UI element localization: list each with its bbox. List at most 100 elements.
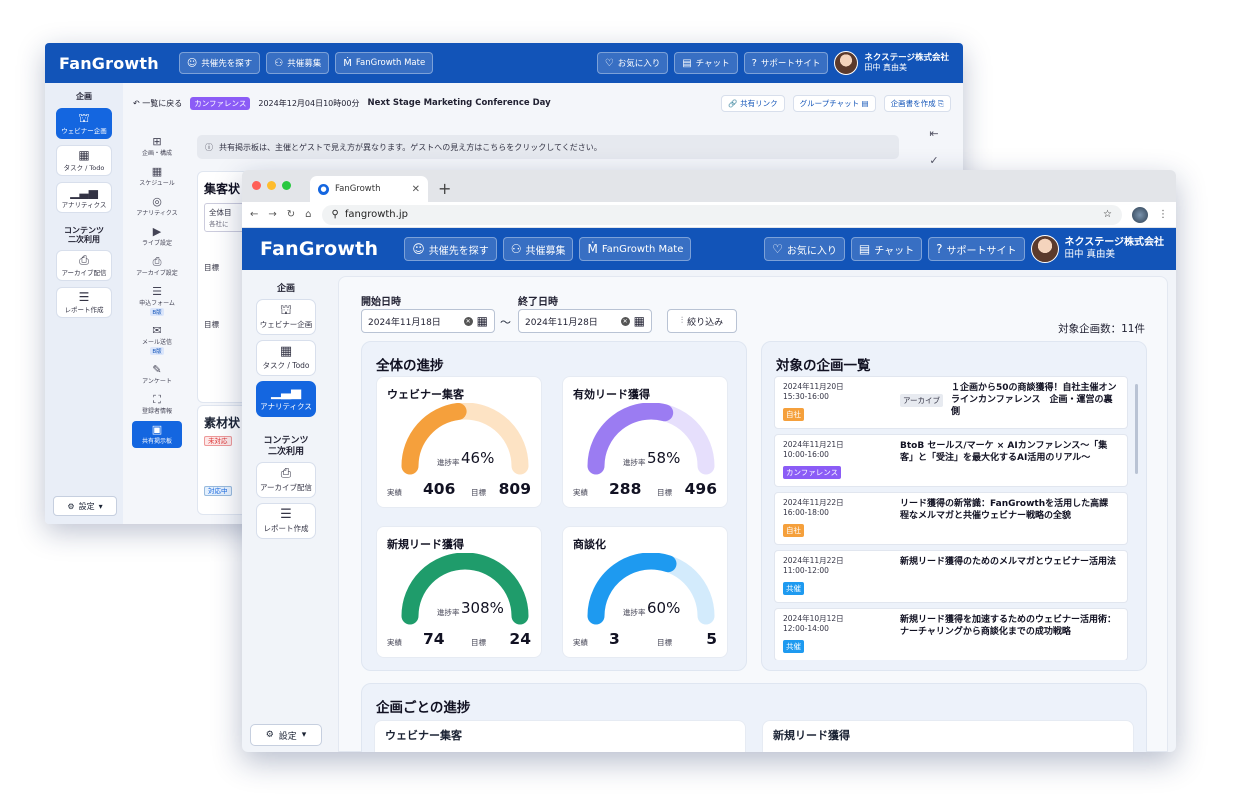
subnav-archive[interactable]: ⎙ アーカイブ設定 xyxy=(132,253,182,280)
plan-datetime: 2024年11月21日 10:00-16:00 xyxy=(783,440,844,460)
clear-icon[interactable]: ✕ xyxy=(620,316,630,326)
address-bar[interactable]: ⚲ fangrowth.jp ☆ xyxy=(321,204,1122,225)
subnav-registrants[interactable]: ⛶ 登録者情報 xyxy=(132,391,182,418)
filter-button[interactable]: ⫶ 絞り込み xyxy=(667,309,737,333)
calendar-icon[interactable]: ▦ xyxy=(634,314,645,328)
survey-icon: ✎ xyxy=(152,363,162,376)
maximize-window-button[interactable] xyxy=(282,181,291,190)
plan-list-item[interactable]: 2024年10月12日 12:00-14:00 共催 新規リード獲得を加速するため… xyxy=(774,608,1128,660)
board-icon: ▣ xyxy=(151,423,163,436)
home-icon[interactable]: ⌂ xyxy=(305,209,311,220)
sidebar-item-webinar[interactable]: ⛫ ウェビナー企画 xyxy=(256,299,316,336)
favorites-button[interactable]: ♡ お気に入り xyxy=(596,52,669,74)
plan-datetime: 2024年11月22日 16:00-18:00 xyxy=(783,498,844,518)
sidebar-item-webinar[interactable]: ⛫ ウェビナー企画 xyxy=(56,107,112,139)
gear-icon: ⚙ xyxy=(67,501,75,511)
clear-icon[interactable]: ✕ xyxy=(463,316,473,326)
minimize-window-button[interactable] xyxy=(267,181,276,190)
sidebar-item-archive[interactable]: ⎙ アーカイブ配信 xyxy=(56,250,112,282)
forward-arrow-icon[interactable]: → xyxy=(268,209,276,220)
target-value: 5 xyxy=(706,630,717,648)
support-button[interactable]: ? サポートサイト xyxy=(743,52,829,74)
subnav-form[interactable]: ☰ 申込フォーム B版 xyxy=(132,283,182,319)
event-subnav: ⊞ 企画・構成 ▦ スケジュール ◎ アナリティクス ▶ ライブ設定 ⎙ アーカイブ設定 … xyxy=(131,133,183,496)
webinar-icon: ⛫ xyxy=(280,303,292,319)
subnav-live[interactable]: ▶ ライブ設定 xyxy=(132,223,182,250)
chat-button[interactable]: ▤ チャット xyxy=(850,237,923,261)
fangrowth-mate-button[interactable]: Ṁ FanGrowth Mate xyxy=(335,52,434,74)
breadcrumb: ↶ 一覧に戻る カンファレンス 2024年12月04日10時00分 Next S… xyxy=(133,91,951,115)
subnav-schedule[interactable]: ▦ スケジュール xyxy=(132,163,182,190)
notice-bar[interactable]: ⓘ 共有掲示板は、主催とゲストで見え方が異なります。ゲストへの見え方はこちらをクリ… xyxy=(197,135,899,159)
subnav-board[interactable]: ▣ 共有掲示板 xyxy=(132,421,182,448)
fangrowth-logo[interactable]: FanGrowth xyxy=(59,54,159,73)
gauge-title: 有効リード獲得 xyxy=(573,388,650,401)
new-tab-icon[interactable]: + xyxy=(438,179,451,198)
calendar-icon: ▦ xyxy=(279,344,293,360)
cohost-recruit-button[interactable]: ⚇ 共催募集 xyxy=(502,237,574,261)
site-info-icon[interactable]: ⚲ xyxy=(332,209,339,220)
close-window-button[interactable] xyxy=(252,181,261,190)
close-tab-icon[interactable]: ✕ xyxy=(412,184,420,195)
overall-progress-card: 全体の進捗 ウェビナー集客 進捗率 46% 実績 406 目標 809 有効リー… xyxy=(361,341,747,671)
support-button[interactable]: ? サポートサイト xyxy=(928,237,1025,261)
subnav-analytics[interactable]: ◎ アナリティクス xyxy=(132,193,182,220)
plan-list-scrollbar[interactable] xyxy=(1135,384,1138,474)
sidebar-item-report[interactable]: ☰ レポート作成 xyxy=(56,287,112,319)
create-plan-button[interactable]: 企画書を作成 ⎘ xyxy=(883,94,951,112)
browser-tab[interactable]: ● FanGrowth ✕ xyxy=(310,176,428,202)
cohost-recruit-button[interactable]: ⚇ 共催募集 xyxy=(266,52,330,74)
plan-list-item[interactable]: 2024年11月20日 15:30-16:00 自社 アーカイブ １企画から50の… xyxy=(774,376,1128,429)
report-icon: ☰ xyxy=(280,507,292,523)
rate-value: 58% xyxy=(647,449,681,467)
sidebar-item-tasks[interactable]: ▦ タスク / Todo xyxy=(56,144,112,176)
plan-list-item[interactable]: 2024年11月21日 10:00-16:00 カンファレンス BtoB セールス… xyxy=(774,434,1128,487)
back-arrow-icon[interactable]: ← xyxy=(250,209,258,220)
event-title: Next Stage Marketing Conference Day xyxy=(367,98,551,108)
per-plan-new-lead-card: 新規リード獲得 xyxy=(762,720,1134,752)
profile-avatar[interactable] xyxy=(1132,206,1148,223)
collapse-icon[interactable]: ⇤ xyxy=(929,127,938,140)
plan-list-item[interactable]: 2024年11月22日 11:00-12:00 共催 新規リード獲得のためのメルマ… xyxy=(774,550,1128,603)
reload-icon[interactable]: ↻ xyxy=(287,209,295,220)
find-cohost-button[interactable]: ☺ 共催先を探す xyxy=(404,237,497,261)
user-menu[interactable]: ネクステージ株式会社 田中 真由美 xyxy=(1030,235,1164,263)
user-menu[interactable]: ネクステージ株式会社 田中 真由美 xyxy=(834,51,949,75)
back-to-list-link[interactable]: ↶ 一覧に戻る xyxy=(133,98,182,109)
sidebar-item-report[interactable]: ☰ レポート作成 xyxy=(256,503,316,540)
top-navbar: FanGrowth ☺ 共催先を探す ⚇ 共催募集 Ṁ FanGrowth Mate … xyxy=(45,43,963,83)
gauge-card: 商談化 進捗率 60% 実績 3 目標 5 xyxy=(562,526,728,658)
check-icon[interactable]: ✓ xyxy=(929,154,938,167)
event-datetime: 2024年12月04日10時00分 xyxy=(258,98,360,108)
group-chat-button[interactable]: グループチャット ▤ xyxy=(792,94,876,112)
favorites-button[interactable]: ♡ お気に入り xyxy=(764,237,845,261)
sidebar-item-tasks[interactable]: ▦ タスク / Todo xyxy=(256,340,316,377)
browser-window: ● FanGrowth ✕ + ← → ↻ ⌂ ⚲ fangrowth.jp ☆… xyxy=(242,170,1176,752)
subnav-survey[interactable]: ✎ アンケート xyxy=(132,361,182,388)
share-link-button[interactable]: 🔗 共有リンク xyxy=(721,94,785,112)
end-date-input[interactable]: 2024年11月28日 ✕ ▦ xyxy=(518,309,652,333)
plan-category-tag: アーカイブ xyxy=(900,394,944,407)
subnav-plan[interactable]: ⊞ 企画・構成 xyxy=(132,133,182,160)
per-plan-progress-card: 企画ごとの進捗 ウェビナー集客 新規リード獲得 xyxy=(361,683,1147,752)
start-date-input[interactable]: 2024年11月18日 ✕ ▦ xyxy=(361,309,495,333)
chart-icon: ▁▃▅ xyxy=(70,184,98,199)
find-cohost-button[interactable]: ☺ 共催先を探す xyxy=(178,52,261,74)
rate-label: 進捗率 xyxy=(623,608,646,617)
fangrowth-logo[interactable]: FanGrowth xyxy=(260,238,378,260)
sidebar-item-analytics[interactable]: ▁▃▅ アナリティクス xyxy=(256,381,316,418)
plan-list-title: 対象の企画一覧 xyxy=(776,358,871,374)
plan-count: 対象企画数：11件 xyxy=(1058,323,1145,335)
fangrowth-mate-button[interactable]: Ṁ FanGrowth Mate xyxy=(579,237,692,261)
browser-menu-icon[interactable]: ⋮ xyxy=(1158,209,1168,220)
sidebar-item-analytics[interactable]: ▁▃▅ アナリティクス xyxy=(56,181,112,213)
chat-button[interactable]: ▤ チャット xyxy=(674,52,738,74)
settings-button[interactable]: ⚙ 設定 ▾ xyxy=(250,724,322,746)
settings-button[interactable]: ⚙ 設定 ▾ xyxy=(53,496,117,516)
sidebar-item-archive[interactable]: ⎙ アーカイブ配信 xyxy=(256,462,316,499)
plan-list-item[interactable]: 2024年11月22日 16:00-18:00 自社 リード獲得の新常識：FanG… xyxy=(774,492,1128,545)
bookmark-star-icon[interactable]: ☆ xyxy=(1103,209,1112,220)
subnav-mail[interactable]: ✉ メール送信 B版 xyxy=(132,322,182,358)
calendar-icon[interactable]: ▦ xyxy=(477,314,488,328)
progress-gauge xyxy=(401,553,529,625)
